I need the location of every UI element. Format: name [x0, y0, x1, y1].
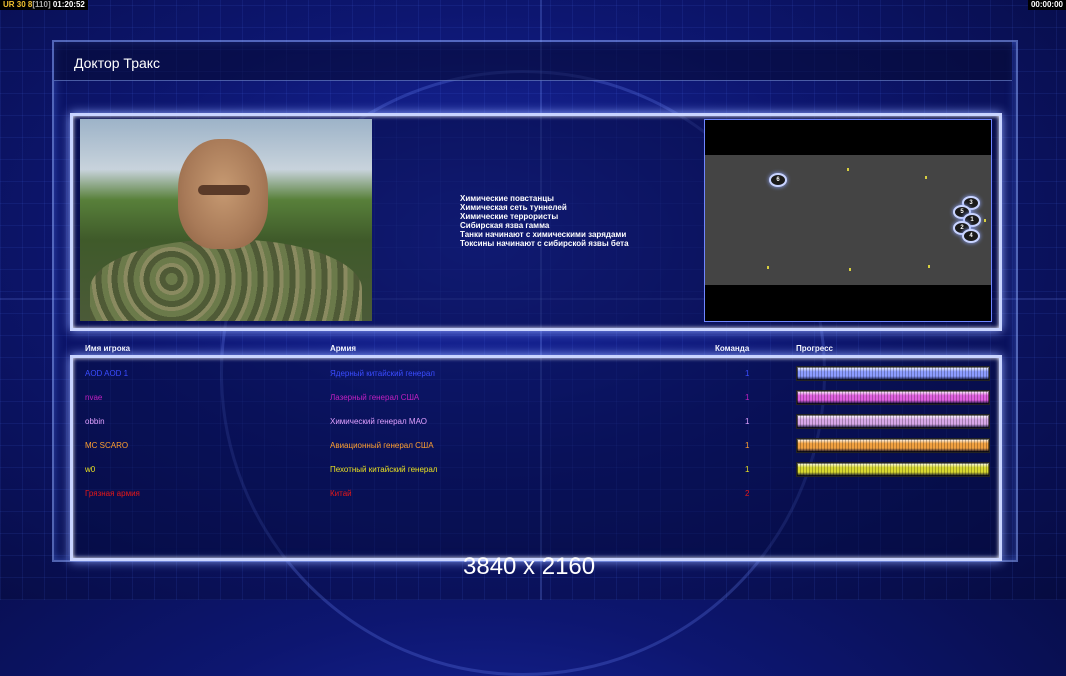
title-bar	[54, 42, 1012, 81]
player-team: 1	[745, 369, 750, 378]
player-name: w0	[85, 465, 96, 474]
general-specials-list: Химические повстанцы Химическая сеть тун…	[460, 194, 629, 248]
player-team: 1	[745, 441, 750, 450]
minimap-resource-marker	[925, 176, 927, 179]
loading-progress-bar	[796, 462, 990, 477]
general-portrait	[80, 119, 372, 321]
minimap-resource-marker	[767, 266, 769, 269]
player-list-panel	[70, 355, 1002, 561]
player-name: Грязная армия	[85, 489, 140, 498]
loading-progress-fill	[797, 463, 989, 476]
hud-timer: 00:00:00	[1027, 0, 1066, 10]
player-row: Грязная армия Китай 2	[0, 486, 1066, 502]
column-header-army: Армия	[330, 344, 357, 353]
player-row: obbin Химический генерал МАО 1	[0, 414, 1066, 430]
hud-status-left: UR 30 8[110] 01:20:52	[0, 0, 88, 10]
special-item: Химические террористы	[460, 212, 559, 221]
loading-progress-bar	[796, 390, 990, 405]
column-header-player: Имя игрока	[85, 344, 131, 353]
player-army: Авиационный генерал США	[330, 441, 434, 450]
player-team: 2	[745, 489, 750, 498]
loading-progress-bar	[796, 366, 990, 381]
portrait-eyes	[198, 185, 250, 195]
minimap-terrain	[705, 155, 991, 285]
portrait-body	[90, 239, 362, 321]
special-item: Сибирская язва гамма	[460, 221, 550, 230]
special-item: Химические повстанцы	[460, 194, 554, 203]
loading-progress-bar	[796, 438, 990, 453]
player-team: 1	[745, 393, 750, 402]
player-row: w0 Пехотный китайский генерал 1	[0, 462, 1066, 478]
hud-game-time: 01:20:52	[52, 0, 85, 9]
loading-progress-fill	[797, 415, 989, 428]
loading-progress-fill	[797, 439, 989, 452]
special-item: Химическая сеть туннелей	[460, 203, 567, 212]
player-army: Ядерный китайский генерал	[330, 369, 435, 378]
player-row: AOD AOD 1 Ядерный китайский генерал 1	[0, 366, 1066, 382]
loading-progress-bar	[796, 414, 990, 429]
loading-progress-fill	[797, 367, 989, 380]
player-army: Китай	[330, 489, 352, 498]
column-header-team: Команда	[715, 344, 750, 353]
loading-progress-fill	[797, 391, 989, 404]
minimap: 6 3 5 1 2 4	[704, 119, 992, 322]
player-name: obbin	[85, 417, 105, 426]
hud-stats: 30 8	[16, 0, 33, 9]
hud-label: UR	[3, 0, 15, 9]
minimap-resource-marker	[847, 168, 849, 171]
special-item: Токсины начинают с сибирской язвы бета	[460, 239, 629, 248]
hud-fps: [110]	[32, 0, 51, 9]
minimap-start-position: 4	[962, 229, 980, 243]
player-row: nvae Лазерный генерал США 1	[0, 390, 1066, 406]
player-name: AOD AOD 1	[85, 369, 129, 378]
player-name: nvae	[85, 393, 103, 402]
player-army: Химический генерал МАО	[330, 417, 427, 426]
special-item: Танки начинают с химическими зарядами	[460, 230, 627, 239]
player-army: Пехотный китайский генерал	[330, 465, 438, 474]
player-name: MC SCARO	[85, 441, 129, 450]
minimap-resource-marker	[928, 265, 930, 268]
minimap-start-position: 6	[769, 173, 787, 187]
player-team: 1	[745, 417, 750, 426]
page-title: Доктор Тракс	[74, 55, 161, 71]
minimap-resource-marker	[984, 219, 986, 222]
column-header-progress: Прогресс	[796, 344, 833, 353]
minimap-resource-marker	[849, 268, 851, 271]
player-row: MC SCARO Авиационный генерал США 1	[0, 438, 1066, 454]
player-army: Лазерный генерал США	[330, 393, 420, 402]
player-team: 1	[745, 465, 750, 474]
resolution-overlay-label: 3840 x 2160	[463, 553, 596, 580]
